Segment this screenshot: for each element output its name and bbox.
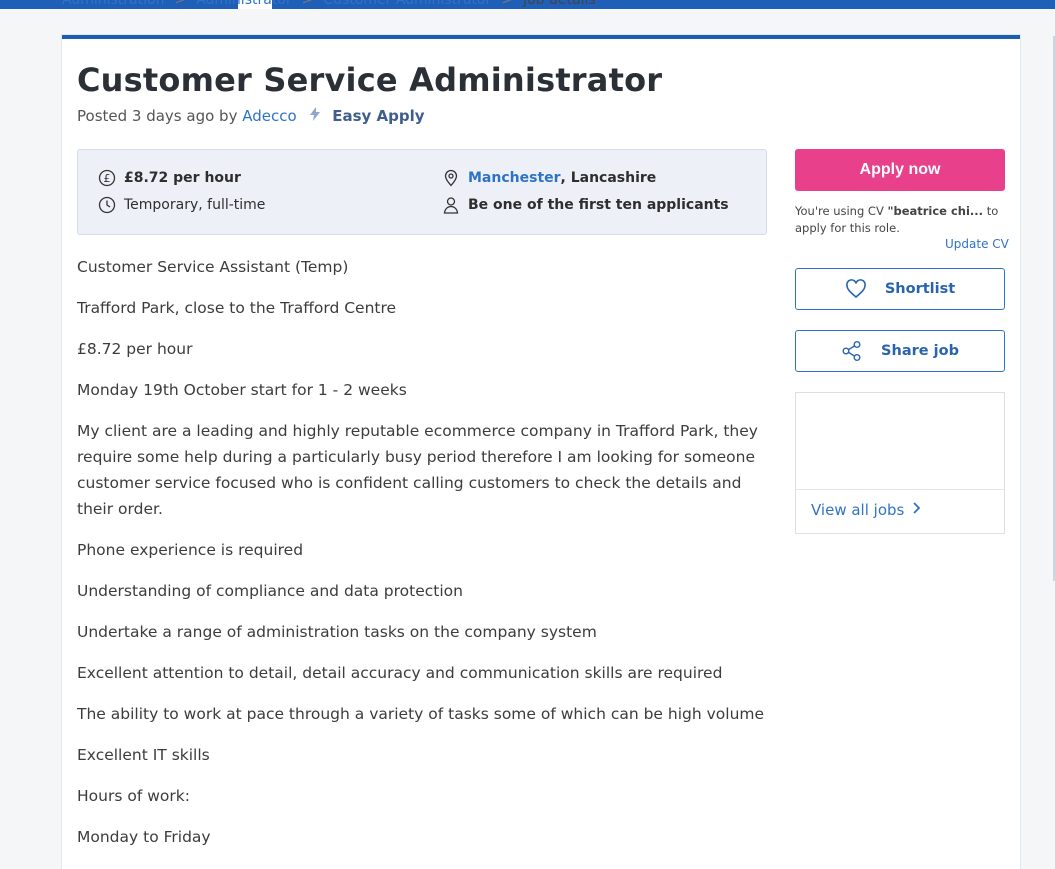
job-type-value: Temporary, full-time	[124, 197, 266, 213]
location-city-link[interactable]: Manchester	[468, 170, 561, 186]
breadcrumb: Administration > Administrator > Customer Ad…	[62, 0, 596, 20]
description-paragraph: Excellent IT skills	[77, 746, 210, 764]
company-link[interactable]: Adecco	[242, 107, 296, 125]
shortlist-label: Shortlist	[884, 281, 956, 297]
lightning-icon	[309, 107, 326, 125]
update-cv-link[interactable]: Update CV	[945, 237, 1009, 251]
description-paragraph: Hours of work:	[77, 787, 190, 805]
description-paragraph: My client are a leading and highly reput…	[77, 422, 758, 518]
description-paragraph: Monday 19th October start for 1 - 2 week…	[77, 381, 407, 399]
description-paragraph: Trafford Park, close to the Trafford Cen…	[77, 299, 397, 317]
breadcrumb-administration[interactable]: Administration	[62, 0, 164, 8]
description-paragraph: Excellent attention to detail, detail ac…	[77, 664, 723, 682]
description-paragraph: Understanding of compliance and data pro…	[77, 582, 463, 600]
shortlist-button[interactable]: Shortlist	[795, 268, 1005, 310]
svg-text:£: £	[104, 172, 111, 185]
job-type-info: Temporary, full-time	[98, 196, 265, 214]
easy-apply-badge: Easy Apply	[332, 107, 425, 125]
apply-now-button[interactable]: Apply now	[795, 149, 1005, 191]
breadcrumb-customer-administrator[interactable]: Customer Administrator	[323, 0, 491, 8]
chevron-right-icon	[912, 502, 921, 518]
job-title: Customer Service Administrator	[77, 61, 663, 99]
share-job-button[interactable]: Share job	[795, 330, 1005, 372]
breadcrumb-separator: >	[501, 0, 513, 8]
job-summary-box: £ £8.72 per hour Temporary, full-time Ma…	[77, 149, 767, 235]
description-paragraph: Undertake a range of administration task…	[77, 623, 597, 641]
location-info: Manchester, Lancashire	[442, 169, 656, 187]
company-jobs-panel: View all jobs	[795, 392, 1005, 534]
description-paragraph: Phone experience is required	[77, 541, 304, 559]
description-paragraph: The ability to work at pace through a va…	[77, 705, 765, 723]
salary-info: £ £8.72 per hour	[98, 169, 241, 187]
share-label: Share job	[881, 343, 959, 359]
cv-note-prefix: You're using CV	[795, 204, 888, 218]
location-region: , Lancashire	[560, 170, 657, 186]
cv-note: You're using CV "beatrice chi... to appl…	[795, 203, 1009, 237]
description-paragraph: Customer Service Assistant (Temp)	[77, 258, 349, 276]
salary-value: £8.72 per hour	[124, 170, 241, 186]
heart-icon	[845, 279, 866, 299]
panel-divider	[796, 489, 1004, 490]
description-paragraph: Monday to Friday	[77, 828, 211, 846]
share-icon	[842, 341, 861, 361]
posted-line: Posted 3 days ago by Adecco Easy Apply	[77, 107, 425, 125]
view-all-jobs-link[interactable]: View all jobs	[811, 501, 921, 519]
clock-icon	[98, 196, 116, 214]
breadcrumb-separator: >	[174, 0, 187, 8]
posted-text: Posted 3 days ago by	[77, 107, 238, 125]
breadcrumb-administrator[interactable]: Administrator	[196, 0, 291, 8]
applicants-info: Be one of the first ten applicants	[442, 196, 729, 214]
breadcrumb-separator: >	[301, 0, 314, 8]
breadcrumb-current: Job details	[522, 0, 596, 8]
view-all-label: View all jobs	[811, 501, 905, 519]
job-description: Customer Service Assistant (Temp) Traffo…	[77, 254, 767, 865]
applicants-value: Be one of the first ten applicants	[468, 197, 729, 213]
job-details-card: Customer Service Administrator Posted 3 …	[62, 35, 1020, 869]
cv-name: "beatrice chi...	[887, 204, 984, 218]
description-paragraph: £8.72 per hour	[77, 340, 193, 358]
location-pin-icon	[444, 169, 458, 187]
person-icon	[443, 197, 459, 214]
pound-icon: £	[98, 169, 116, 187]
